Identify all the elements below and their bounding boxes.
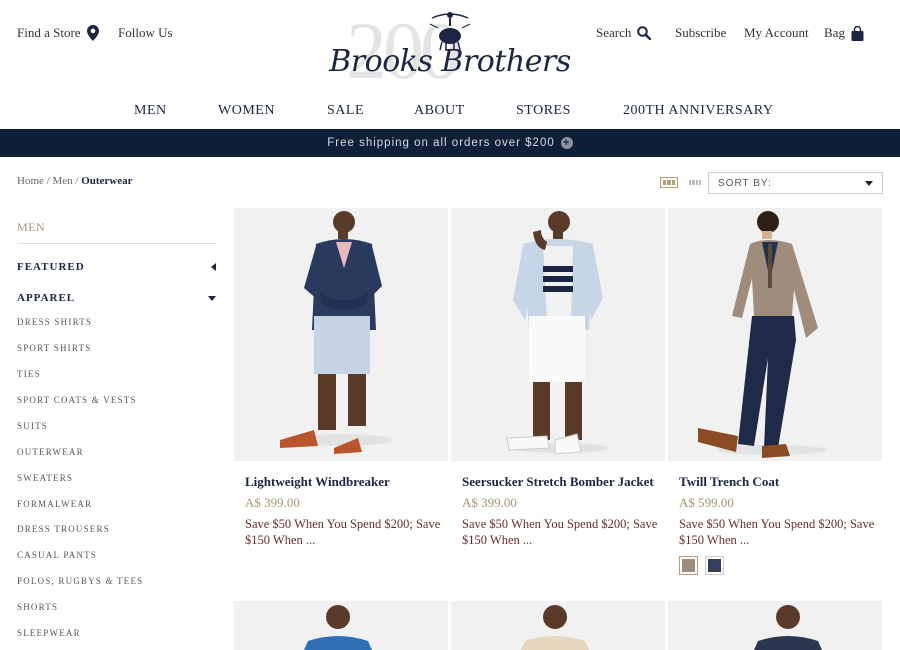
category-sidebar: MEN FEATURED APPAREL DRESS SHIRTS SPORT … (17, 220, 216, 638)
sidebar-item-outerwear[interactable]: OUTERWEAR (17, 447, 84, 457)
product-price: A$ 399.00 (462, 495, 517, 510)
sidebar-item-sleepwear[interactable]: SLEEPWEAR (17, 628, 81, 638)
product-image[interactable] (668, 208, 882, 461)
sidebar-section-apparel[interactable]: APPAREL (17, 292, 216, 304)
brand-logo[interactable]: 200 Brooks Brothers (318, 8, 582, 94)
bag-label: Bag (824, 25, 845, 40)
product-card[interactable]: Seersucker Stretch Bomber Jacket A$ 399.… (451, 208, 665, 547)
product-photo (304, 605, 372, 650)
grid-view-toggle (660, 177, 704, 188)
swatch-color (682, 559, 695, 572)
breadcrumb-men[interactable]: Men (52, 175, 72, 187)
grid-4-column-icon[interactable] (686, 177, 704, 188)
product-photo-bomber (506, 211, 609, 455)
color-swatch-tan[interactable] (679, 556, 698, 575)
site-header: Find a Store Follow Us 200 Brooks Brothe… (0, 0, 900, 100)
plus-circle-icon[interactable]: + (560, 137, 573, 149)
product-photo-windbreaker (280, 211, 392, 454)
product-photo (521, 605, 589, 650)
product-photo-trench-coat (698, 211, 827, 458)
main-navigation: MEN WOMEN SALE ABOUT STORES 200TH ANNIVE… (0, 103, 900, 123)
sidebar-item-ties[interactable]: TIES (17, 369, 41, 379)
follow-us-link[interactable]: Follow Us (118, 25, 173, 41)
nav-item-men[interactable]: MEN (134, 103, 167, 119)
chevron-left-icon (211, 263, 216, 271)
nav-item-women[interactable]: WOMEN (218, 103, 275, 119)
logo-wordmark: Brooks Brothers (329, 44, 571, 79)
my-account-label: My Account (744, 25, 809, 40)
chevron-down-icon (865, 180, 873, 186)
sort-by-label: SORT BY: (718, 177, 772, 189)
grid-3-column-icon[interactable] (660, 177, 678, 188)
sidebar-section-featured[interactable]: FEATURED (17, 261, 216, 273)
color-swatch-navy[interactable] (705, 556, 724, 575)
nav-item-sale[interactable]: SALE (327, 103, 364, 119)
sidebar-item-casual-pants[interactable]: CASUAL PANTS (17, 550, 97, 560)
breadcrumb-home[interactable]: Home (17, 175, 44, 187)
sidebar-item-formalwear[interactable]: FORMALWEAR (17, 499, 92, 509)
product-image[interactable] (451, 208, 665, 461)
sidebar-apparel-label: APPAREL (17, 292, 76, 304)
search-icon (637, 26, 652, 40)
product-image[interactable] (451, 601, 665, 650)
shopping-bag-icon (851, 25, 864, 41)
shopping-bag-link[interactable]: Bag (824, 25, 864, 41)
subscribe-link[interactable]: Subscribe (675, 25, 726, 41)
subscribe-label: Subscribe (675, 25, 727, 40)
nav-item-stores[interactable]: STORES (516, 103, 571, 119)
sidebar-item-suits[interactable]: SUITS (17, 421, 48, 431)
breadcrumb-current: Outerwear (81, 175, 133, 187)
product-image[interactable] (668, 601, 882, 650)
product-name[interactable]: Twill Trench Coat (679, 474, 779, 490)
product-photo (754, 605, 822, 650)
follow-us-label: Follow Us (118, 25, 173, 40)
sidebar-title: MEN (17, 220, 216, 244)
product-price: A$ 399.00 (245, 495, 300, 510)
sidebar-item-polos-rugbys-tees[interactable]: POLOS, RUGBYS & TEES (17, 576, 143, 586)
my-account-link[interactable]: My Account (744, 25, 809, 41)
product-name[interactable]: Seersucker Stretch Bomber Jacket (462, 474, 654, 490)
sidebar-item-sport-coats-vests[interactable]: SPORT COATS & VESTS (17, 395, 137, 405)
product-name[interactable]: Lightweight Windbreaker (245, 474, 390, 490)
chevron-down-icon (208, 295, 216, 301)
find-store-link[interactable]: Find a Store (17, 25, 99, 41)
search-label: Search (596, 25, 632, 40)
nav-item-200th-anniversary[interactable]: 200TH ANNIVERSARY (623, 103, 773, 119)
map-pin-icon (86, 25, 99, 41)
sidebar-item-shorts[interactable]: SHORTS (17, 602, 58, 612)
swatch-color (708, 559, 721, 572)
product-promo-text: Save $50 When You Spend $200; Save $150 … (679, 517, 875, 547)
breadcrumb-separator: / (72, 175, 82, 187)
promo-banner[interactable]: Free shipping on all orders over $200 + (0, 129, 900, 157)
sidebar-item-sweaters[interactable]: SWEATERS (17, 473, 73, 483)
breadcrumb: Home / Men / Outerwear (17, 175, 133, 187)
product-card[interactable]: Lightweight Windbreaker A$ 399.00 Save $… (234, 208, 448, 547)
sidebar-item-sport-shirts[interactable]: SPORT SHIRTS (17, 343, 91, 353)
promo-banner-text: Free shipping on all orders over $200 (327, 137, 555, 149)
sidebar-item-dress-shirts[interactable]: DRESS SHIRTS (17, 317, 92, 327)
product-card[interactable]: Twill Trench Coat A$ 599.00 Save $50 Whe… (668, 208, 882, 575)
product-image[interactable] (234, 601, 448, 650)
product-price: A$ 599.00 (679, 495, 734, 510)
product-promo-text: Save $50 When You Spend $200; Save $150 … (245, 517, 441, 547)
nav-item-about[interactable]: ABOUT (414, 103, 465, 119)
search-link[interactable]: Search (596, 25, 652, 41)
find-store-label: Find a Store (17, 25, 81, 40)
sidebar-featured-label: FEATURED (17, 261, 85, 273)
sort-by-dropdown[interactable]: SORT BY: (708, 172, 883, 194)
sidebar-item-dress-trousers[interactable]: DRESS TROUSERS (17, 524, 110, 534)
product-promo-text: Save $50 When You Spend $200; Save $150 … (462, 517, 658, 547)
product-image[interactable] (234, 208, 448, 461)
